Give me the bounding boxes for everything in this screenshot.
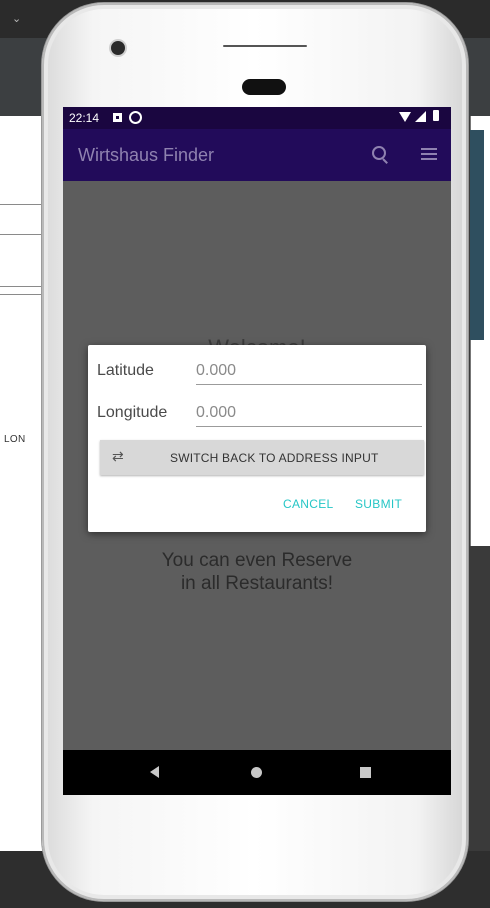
swap-horizontal-icon: ⇄ (112, 448, 124, 464)
status-time: 22:14 (69, 111, 100, 125)
switch-to-address-button[interactable]: ⇄ SWITCH BACK TO ADDRESS INPUT (100, 440, 424, 475)
app-title: Wirtshaus Finder (78, 145, 215, 165)
latitude-label: Latitude (97, 362, 154, 379)
status-bar: 22:14 (63, 107, 451, 129)
search-icon[interactable] (372, 146, 386, 160)
wifi-icon (399, 112, 411, 122)
longitude-label: Longitude (97, 404, 168, 421)
latitude-input[interactable] (196, 362, 422, 385)
reserve-text: You can even Reserve in all Restaurants! (63, 549, 451, 595)
navigation-bar (63, 750, 451, 795)
cancel-button[interactable]: CANCEL (283, 497, 333, 511)
notification-icon (113, 113, 122, 122)
reserve-line-1: You can even Reserve (161, 550, 353, 571)
longitude-input[interactable] (196, 404, 422, 427)
sync-icon (129, 111, 142, 124)
earpiece (242, 79, 286, 95)
battery-icon (433, 110, 439, 121)
speaker-grille (223, 45, 307, 47)
home-icon[interactable] (251, 767, 262, 778)
left-panel-label: LON (4, 434, 26, 445)
recent-apps-icon[interactable] (360, 767, 371, 778)
host-right-strip (470, 130, 484, 340)
menu-icon[interactable] (421, 148, 437, 160)
app-bar: Wirtshaus Finder (63, 129, 451, 181)
coordinates-dialog: Latitude Longitude ⇄ SWITCH BACK TO ADDR… (88, 345, 426, 532)
submit-button[interactable]: SUBMIT (355, 497, 402, 511)
back-icon[interactable] (150, 766, 159, 778)
switch-button-label: SWITCH BACK TO ADDRESS INPUT (170, 451, 379, 465)
camera-icon (111, 41, 125, 55)
reserve-line-2: in all Restaurants! (180, 573, 334, 594)
chevron-down-icon[interactable]: ⌄ (12, 12, 21, 25)
signal-icon (415, 111, 426, 122)
